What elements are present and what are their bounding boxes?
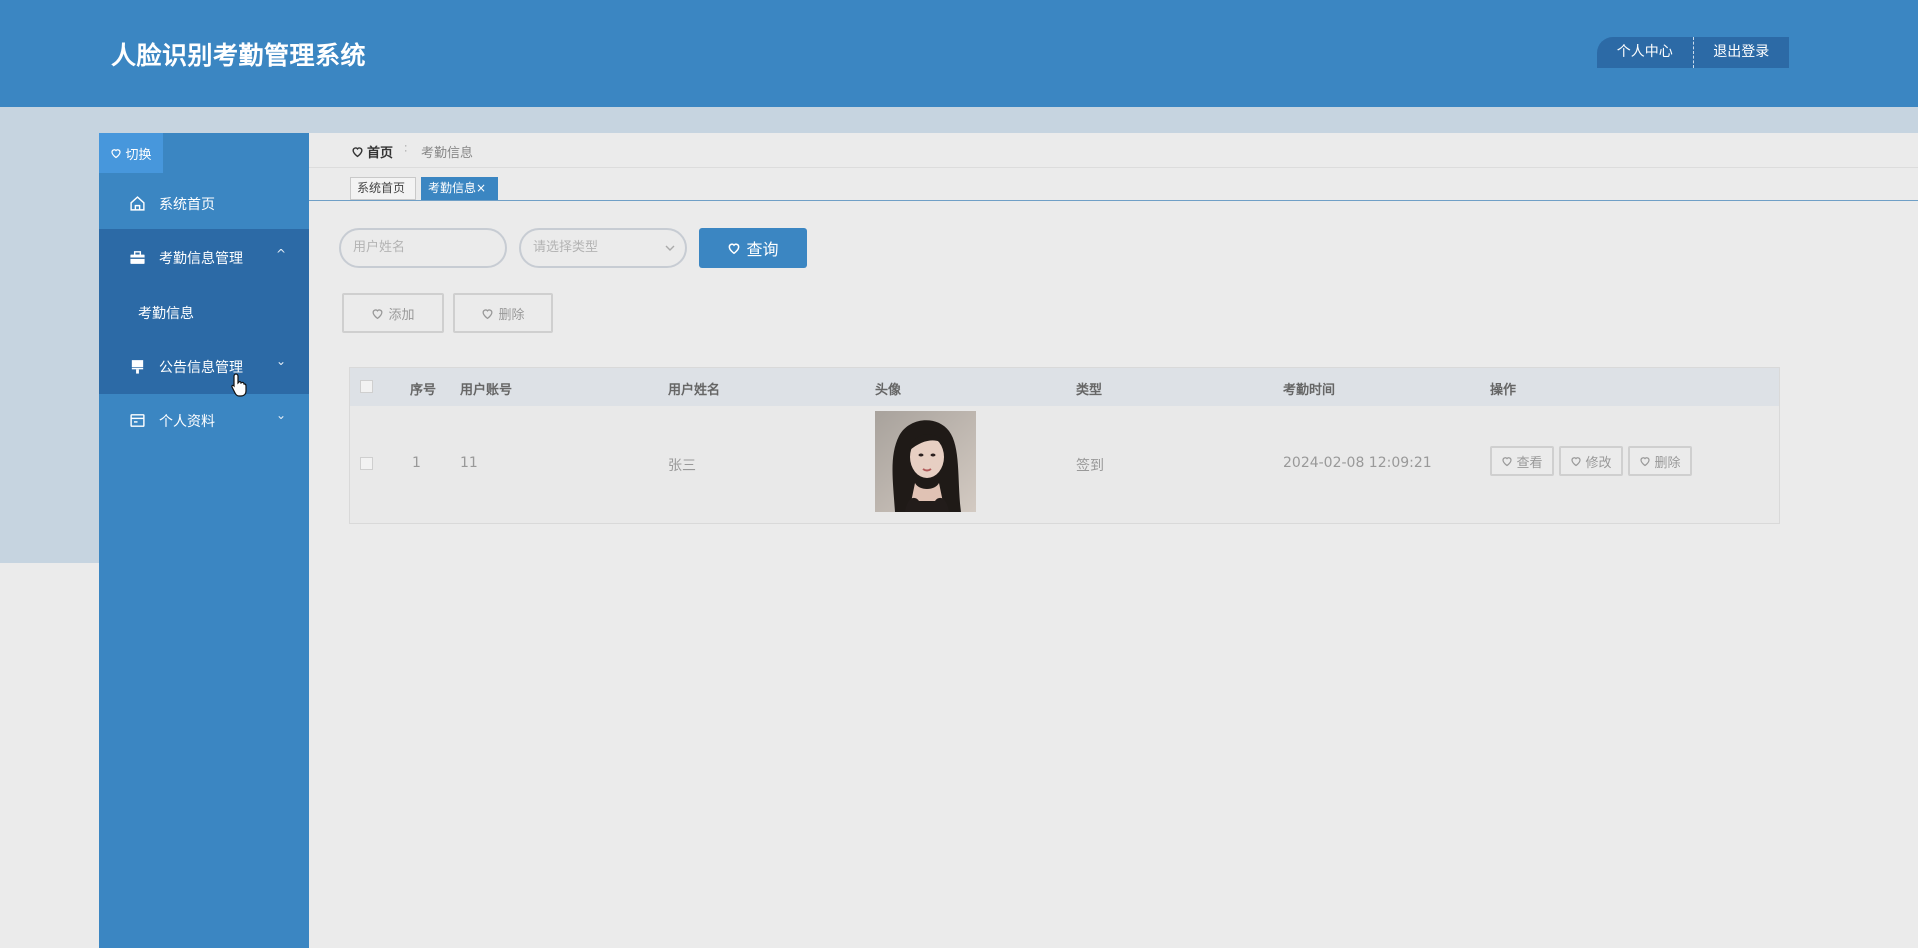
type-select-placeholder: 请选择类型 [533,240,599,255]
top-header: 人脸识别考勤管理系统 个人中心 退出登录 [0,0,1918,107]
hand-cursor-icon [231,373,247,397]
chevron-down-icon [665,245,675,251]
row-delete-button[interactable]: 删除 [1628,446,1692,476]
sidebar-toggle-label: 切换 [125,147,152,163]
avatar[interactable] [875,411,976,512]
view-button[interactable]: 查看 [1490,446,1554,476]
cell-index: 1 [412,455,421,471]
cell-account: 11 [460,455,478,471]
delete-button-label: 删除 [498,307,525,323]
sidebar-item-profile[interactable]: 个人资料 ⌄ [99,394,309,446]
profile-card-icon [130,414,145,427]
cell-name: 张三 [668,458,696,474]
column-header-actions: 操作 [1490,383,1517,398]
heart-icon [373,308,383,319]
chevron-down-icon: ⌄ [276,408,287,422]
sidebar-item-home[interactable]: 系统首页 [99,177,309,229]
sidebar-item-announcement-management[interactable]: 公告信息管理 ⌄ [99,340,309,394]
tab-label: 考勤信息 [428,181,477,195]
row-checkbox[interactable] [360,457,373,470]
sidebar-item-attendance-management[interactable]: 考勤信息管理 ^ [99,229,309,285]
heart-icon [111,149,122,159]
column-header-name: 用户姓名 [668,383,721,398]
add-button[interactable]: 添加 [342,293,444,333]
sidebar-item-label: 系统首页 [159,197,215,213]
table-row: 1 11 张三 签到 2024-02-08 12:09:21 查看 修改 删除 [350,406,1779,523]
sidebar-subitem-label: 考勤信息 [138,306,194,322]
heart-icon [1571,457,1582,467]
sidebar-item-label: 考勤信息管理 [159,251,243,267]
query-button-label: 查询 [746,240,779,259]
query-button[interactable]: 查询 [699,228,807,268]
sidebar-item-label: 个人资料 [159,414,215,430]
column-header-type: 类型 [1076,383,1103,398]
avatar-photo [875,411,976,512]
sidebar-toggle-button[interactable]: 切换 [99,133,163,173]
tab-attendance-info[interactable]: 考勤信息× [421,177,498,200]
column-header-avatar: 头像 [875,383,902,398]
row-delete-button-label: 删除 [1654,455,1681,471]
user-name-search-input[interactable]: 用户姓名 [339,228,507,268]
breadcrumb-current: 考勤信息 [421,146,474,161]
close-icon[interactable]: × [476,181,486,195]
app-title: 人脸识别考勤管理系统 [111,41,367,70]
column-header-index: 序号 [410,383,437,398]
heart-icon [352,147,363,158]
sidebar-subitem-attendance-info[interactable]: 考勤信息 [99,285,309,340]
cell-time: 2024-02-08 12:09:21 [1283,455,1432,471]
view-button-label: 查看 [1516,455,1543,471]
chevron-up-icon: ^ [276,247,287,261]
select-all-checkbox[interactable] [360,380,373,393]
tabs-bar: 系统首页 考勤信息× [309,177,1918,201]
header-actions: 个人中心 退出登录 [1597,37,1789,68]
heart-icon [1502,457,1513,467]
table-header: 序号 用户账号 用户姓名 头像 类型 考勤时间 操作 [350,368,1779,406]
breadcrumb: 首页 ∶ 考勤信息 [309,133,1918,168]
chevron-down-icon: ⌄ [276,354,287,368]
heart-icon [1640,457,1651,467]
home-icon [130,196,145,211]
logout-button[interactable]: 退出登录 [1694,37,1790,68]
heart-icon [483,308,493,319]
briefcase-icon [130,251,145,264]
edit-button[interactable]: 修改 [1559,446,1623,476]
type-select[interactable]: 请选择类型 [519,228,687,268]
column-header-account: 用户账号 [460,383,513,398]
breadcrumb-home[interactable]: 首页 [351,142,393,161]
edit-button-label: 修改 [1585,455,1612,471]
main-content: 首页 ∶ 考勤信息 系统首页 考勤信息× 用户姓名 请选择类型 查询 添加 删除 [309,133,1918,948]
breadcrumb-home-label: 首页 [367,146,394,161]
heart-icon [729,243,740,255]
batch-delete-button[interactable]: 删除 [453,293,553,333]
announcement-icon [131,360,144,374]
add-button-label: 添加 [388,307,415,323]
sidebar: 切换 系统首页 考勤信息管理 ^ 考勤信息 公告信息管理 ⌄ 个人资料 ⌄ [99,133,309,948]
cell-type: 签到 [1076,458,1104,474]
personal-center-button[interactable]: 个人中心 [1597,37,1693,68]
content-panel: 用户姓名 请选择类型 查询 添加 删除 序号 用户账号 用户姓名 头像 类型 考… [309,201,1819,696]
column-header-time: 考勤时间 [1283,383,1336,398]
attendance-table: 序号 用户账号 用户姓名 头像 类型 考勤时间 操作 1 11 张三 签到 20… [349,367,1780,524]
tab-home[interactable]: 系统首页 [350,177,416,200]
breadcrumb-separator: ∶ [404,142,408,157]
